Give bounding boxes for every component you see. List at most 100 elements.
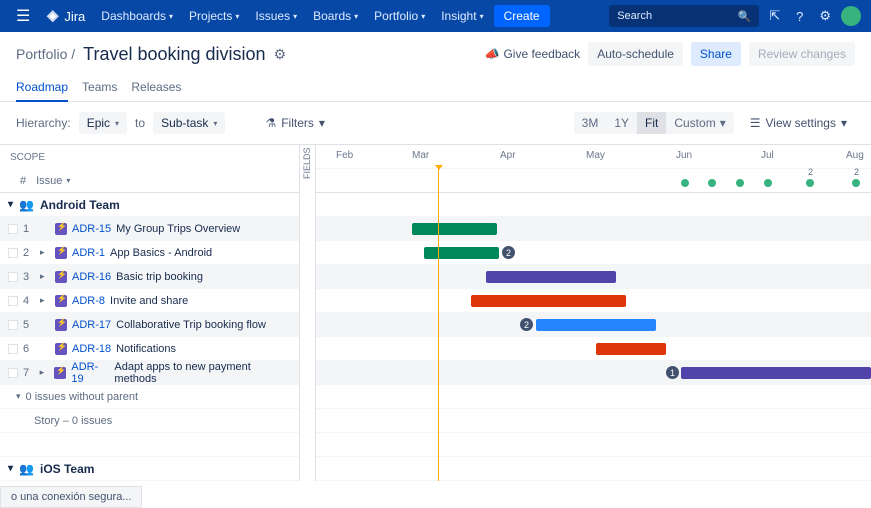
chevron-down-icon: ▾: [480, 12, 484, 21]
hierarchy-from-select[interactable]: Epic▾: [79, 112, 127, 134]
range-3m[interactable]: 3M: [574, 112, 607, 134]
row-checkbox[interactable]: [8, 248, 18, 258]
col-issue[interactable]: Issue▾: [36, 175, 70, 187]
gantt-bar[interactable]: [412, 223, 497, 235]
dependency-badge[interactable]: 1: [666, 366, 679, 379]
chevron-down-icon[interactable]: ▾: [8, 199, 13, 210]
logo-text: Jira: [64, 9, 85, 24]
gantt-bar[interactable]: [486, 271, 616, 283]
release-marker[interactable]: [852, 179, 860, 187]
month-label: May: [586, 150, 605, 161]
timeline-row: [316, 265, 871, 289]
expand-icon[interactable]: ▸: [40, 271, 50, 282]
timeline-row: [316, 337, 871, 361]
epic-icon: [55, 343, 67, 355]
review-changes-button[interactable]: Review changes: [749, 42, 855, 66]
search-input[interactable]: Search🔍: [609, 5, 759, 27]
plan-settings-icon[interactable]: ⚙: [274, 46, 287, 63]
month-label: Feb: [336, 150, 353, 161]
issue-row[interactable]: 3▸ADR-16Basic trip booking: [0, 265, 299, 289]
issue-key[interactable]: ADR-17: [72, 319, 111, 331]
release-marker[interactable]: [806, 179, 814, 187]
issue-key[interactable]: ADR-18: [72, 343, 111, 355]
issue-key[interactable]: ADR-1: [72, 247, 105, 259]
chevron-down-icon[interactable]: ▾: [8, 463, 13, 474]
issue-row[interactable]: 6ADR-18Notifications: [0, 337, 299, 361]
feedback-button[interactable]: 📣Give feedback: [485, 47, 581, 61]
timeline-row: 2: [316, 313, 871, 337]
sliders-icon: ☰: [750, 116, 761, 130]
nav-boards[interactable]: Boards▾: [307, 5, 364, 27]
month-label: Aug: [846, 150, 864, 161]
issue-summary: App Basics - Android: [110, 247, 212, 259]
fields-label[interactable]: FIELDS: [302, 147, 312, 179]
issue-row[interactable]: 2▸ADR-1App Basics - Android: [0, 241, 299, 265]
breadcrumb[interactable]: Portfolio /: [16, 46, 75, 62]
chevron-down-icon: ▾: [66, 176, 70, 185]
nav-dashboards[interactable]: Dashboards▾: [95, 5, 179, 27]
chevron-down-icon: ▾: [421, 12, 425, 21]
issue-row[interactable]: 5ADR-17Collaborative Trip booking flow: [0, 313, 299, 337]
help-icon[interactable]: ?: [790, 9, 809, 24]
row-checkbox[interactable]: [8, 320, 18, 330]
range-1y[interactable]: 1Y: [606, 112, 637, 134]
issue-key[interactable]: ADR-16: [72, 271, 111, 283]
row-checkbox[interactable]: [8, 272, 18, 282]
timeline-row: 1: [316, 361, 871, 385]
dependency-badge[interactable]: 2: [520, 318, 533, 331]
issue-row[interactable]: 4▸ADR-8Invite and share: [0, 289, 299, 313]
col-num: #: [20, 175, 26, 187]
range-custom[interactable]: Custom▾: [666, 112, 733, 134]
row-checkbox[interactable]: [8, 368, 18, 378]
tab-releases[interactable]: Releases: [131, 74, 181, 101]
menu-icon[interactable]: ☰: [10, 6, 36, 26]
row-checkbox[interactable]: [8, 344, 18, 354]
chevron-down-icon[interactable]: ▾: [16, 391, 21, 402]
auto-schedule-button[interactable]: Auto-schedule: [588, 42, 683, 66]
release-marker[interactable]: [764, 179, 772, 187]
hierarchy-to-select[interactable]: Sub-task▾: [153, 112, 225, 134]
gantt-bar[interactable]: [536, 319, 656, 331]
release-marker[interactable]: [708, 179, 716, 187]
jira-logo[interactable]: Jira: [40, 9, 91, 24]
expand-icon[interactable]: ▸: [40, 247, 50, 258]
avatar[interactable]: [841, 6, 861, 26]
tab-teams[interactable]: Teams: [82, 74, 117, 101]
to-label: to: [135, 116, 145, 130]
nav-projects[interactable]: Projects▾: [183, 5, 245, 27]
expand-icon[interactable]: ▸: [40, 367, 50, 378]
issue-key[interactable]: ADR-8: [72, 295, 105, 307]
issue-key[interactable]: ADR-19: [71, 361, 109, 385]
nav-portfolio[interactable]: Portfolio▾: [368, 5, 431, 27]
timeline-row: [316, 289, 871, 313]
nav-issues[interactable]: Issues▾: [249, 5, 303, 27]
settings-icon[interactable]: ⚙: [813, 8, 837, 24]
release-marker[interactable]: [681, 179, 689, 187]
notifications-icon[interactable]: ⇱: [763, 8, 786, 24]
range-fit[interactable]: Fit: [637, 112, 666, 134]
no-parent-label: 0 issues without parent: [26, 391, 139, 403]
month-label: Jun: [676, 150, 692, 161]
gantt-bar[interactable]: [471, 295, 626, 307]
row-checkbox[interactable]: [8, 224, 18, 234]
story-count: Story – 0 issues: [34, 415, 112, 427]
issue-key[interactable]: ADR-15: [72, 223, 111, 235]
row-number: 7: [23, 367, 35, 379]
share-button[interactable]: Share: [691, 42, 741, 66]
issue-row[interactable]: 1ADR-15My Group Trips Overview: [0, 217, 299, 241]
view-settings-button[interactable]: ☰View settings▾: [742, 112, 855, 134]
team-icon: 👥: [19, 198, 34, 212]
nav-insight[interactable]: Insight▾: [435, 5, 489, 27]
release-marker[interactable]: [736, 179, 744, 187]
filters-button[interactable]: ⚗Filters▾: [257, 112, 332, 134]
tab-roadmap[interactable]: Roadmap: [16, 74, 68, 102]
row-checkbox[interactable]: [8, 296, 18, 306]
gantt-bar[interactable]: [681, 367, 871, 379]
expand-icon[interactable]: ▸: [40, 295, 50, 306]
gantt-bar[interactable]: [596, 343, 666, 355]
gantt-bar[interactable]: [424, 247, 499, 259]
dependency-badge[interactable]: 2: [502, 246, 515, 259]
issue-row[interactable]: 7▸ADR-19Adapt apps to new payment method…: [0, 361, 299, 385]
status-bar: o una conexión segura...: [0, 486, 142, 508]
create-button[interactable]: Create: [494, 5, 550, 27]
